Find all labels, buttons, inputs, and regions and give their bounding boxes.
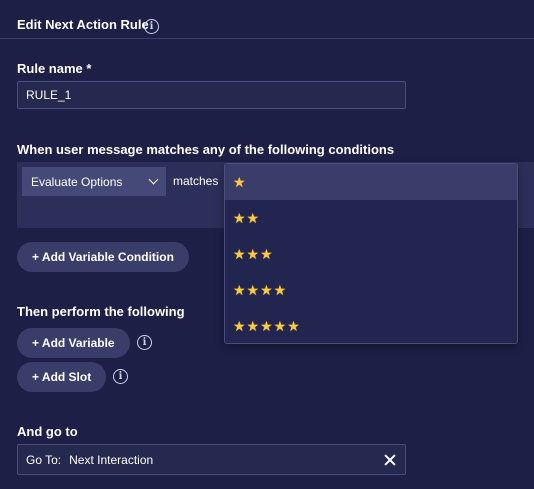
goto-value: Next Interaction	[69, 452, 154, 467]
dropdown-option-1-star[interactable]: ★	[225, 164, 517, 200]
add-slot-label: + Add Slot	[32, 370, 92, 384]
info-icon[interactable]: i	[137, 335, 152, 350]
add-variable-button[interactable]: + Add Variable	[17, 328, 130, 358]
dropdown-option-4-stars[interactable]: ★★★★	[225, 272, 517, 308]
evaluate-options-select[interactable]: Evaluate Options	[22, 167, 166, 196]
operator-label: matches	[173, 174, 219, 188]
info-icon[interactable]: i	[144, 19, 159, 34]
dialog-header: Edit Next Action Rule i	[0, 0, 534, 39]
rule-name-input[interactable]: RULE_1	[17, 81, 406, 109]
actions-label: Then perform the following	[17, 304, 185, 319]
rule-name-label: Rule name *	[17, 61, 92, 76]
add-variable-condition-label: + Add Variable Condition	[32, 250, 174, 264]
rating-dropdown: ★ ★★ ★★★ ★★★★ ★★★★★	[224, 163, 518, 344]
add-variable-label: + Add Variable	[32, 336, 115, 350]
select-value: Evaluate Options	[31, 174, 123, 189]
conditions-label: When user message matches any of the fol…	[17, 142, 395, 157]
star-rating-label: ★★★★	[233, 281, 288, 298]
star-rating-label: ★	[233, 173, 247, 190]
goto-field[interactable]: Go To: Next Interaction	[17, 444, 406, 475]
add-variable-condition-button[interactable]: + Add Variable Condition	[17, 242, 189, 272]
goto-prefix: Go To:	[26, 452, 62, 467]
rule-name-value: RULE_1	[26, 88, 72, 102]
add-slot-button[interactable]: + Add Slot	[17, 362, 107, 392]
close-icon[interactable]	[383, 453, 397, 467]
goto-label: And go to	[17, 424, 78, 439]
star-rating-label: ★★★	[233, 245, 274, 262]
star-rating-label: ★★	[233, 209, 261, 226]
dropdown-option-3-stars[interactable]: ★★★	[225, 236, 517, 272]
dialog-title: Edit Next Action Rule	[17, 17, 149, 32]
info-icon[interactable]: i	[113, 369, 128, 384]
dropdown-option-2-stars[interactable]: ★★	[225, 200, 517, 236]
dropdown-option-5-stars[interactable]: ★★★★★	[225, 308, 517, 343]
star-rating-label: ★★★★★	[233, 317, 301, 334]
chevron-down-icon	[148, 174, 159, 185]
